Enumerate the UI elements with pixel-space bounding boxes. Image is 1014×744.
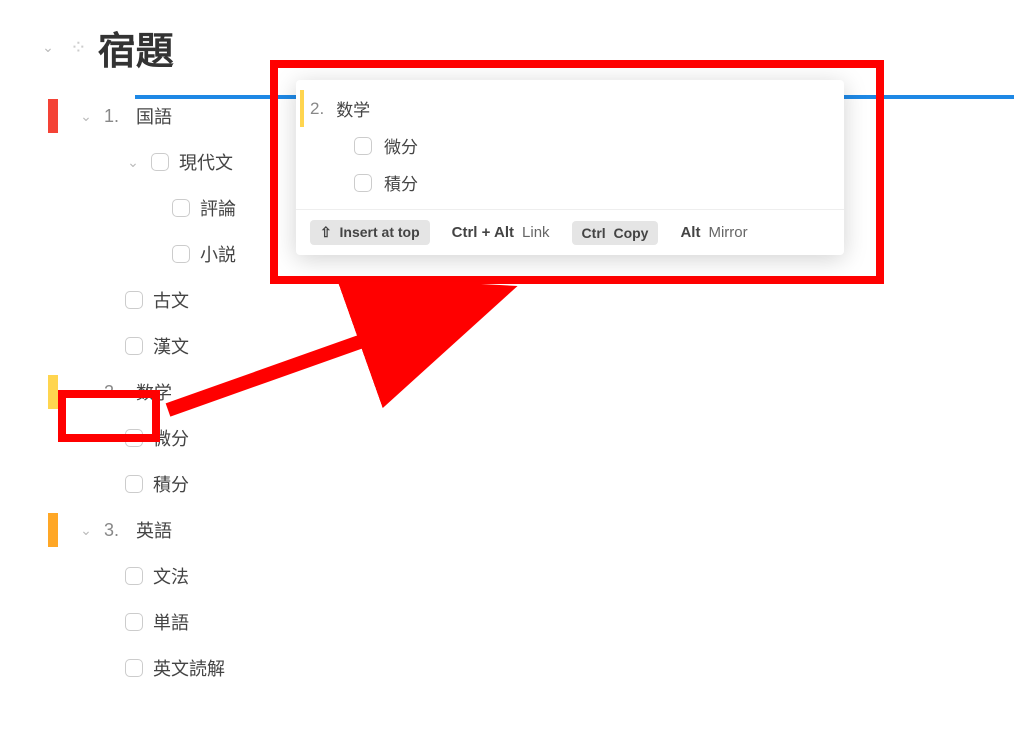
checkbox[interactable] <box>172 245 190 263</box>
action-label: Mirror <box>708 224 747 241</box>
key-badge: Ctrl Copy <box>572 221 659 245</box>
item-label: 漢文 <box>153 333 189 359</box>
item-number: 1. <box>104 106 126 127</box>
item-label: 英文読解 <box>153 655 225 681</box>
chevron-down-icon[interactable]: ⌄ <box>78 522 94 539</box>
item-label: 数学 <box>336 96 370 121</box>
color-bar-red <box>48 99 58 133</box>
checkbox[interactable] <box>125 567 143 585</box>
list-item[interactable]: 古文 <box>125 277 1014 323</box>
list-item[interactable]: 単語 <box>125 599 1014 645</box>
insert-at-top-action[interactable]: ⇧ Insert at top <box>310 220 430 245</box>
link-action[interactable]: Ctrl + Alt Link <box>452 224 550 241</box>
copy-action[interactable]: Ctrl Copy <box>572 221 659 245</box>
drag-preview-popup: 2. 数学 微分 積分 ⇧ Insert at top Ctrl + Alt L… <box>296 80 844 255</box>
list-item[interactable]: 漢文 <box>125 323 1014 369</box>
key-combo: Alt <box>680 224 700 241</box>
item-label: 微分 <box>384 133 418 158</box>
item-label: 小説 <box>200 241 236 267</box>
list-item[interactable]: 微分 <box>125 415 1014 461</box>
item-label: 英語 <box>136 517 172 543</box>
checkbox[interactable] <box>354 137 372 155</box>
checkbox[interactable] <box>125 475 143 493</box>
list-item[interactable]: ⌄ 3. 英語 <box>78 507 1014 553</box>
chevron-down-icon[interactable]: ⌄ <box>40 39 56 56</box>
checkbox[interactable] <box>125 337 143 355</box>
chevron-down-icon[interactable]: ⌄ <box>78 108 94 125</box>
popup-item[interactable]: 2. 数学 <box>300 90 830 127</box>
title-row: ⌄ ⁘ 宿題 <box>0 0 1014 75</box>
item-label: 古文 <box>153 287 189 313</box>
item-label: 現代文 <box>179 149 233 175</box>
item-number: 2. <box>104 382 126 403</box>
item-label: 積分 <box>384 170 418 195</box>
item-label: 積分 <box>153 471 189 497</box>
item-label: 微分 <box>153 425 189 451</box>
item-label: 数学 <box>136 379 172 405</box>
item-number: 2. <box>310 99 324 119</box>
sparkle-icon: ⁘ <box>70 35 84 60</box>
color-bar-yellow <box>48 375 58 409</box>
list-item[interactable]: ⌄ 2. 数学 <box>78 369 1014 415</box>
shift-key-icon: ⇧ Insert at top <box>310 220 430 245</box>
list-item[interactable]: 積分 <box>125 461 1014 507</box>
popup-footer: ⇧ Insert at top Ctrl + Alt Link Ctrl Cop… <box>296 209 844 255</box>
popup-item[interactable]: 微分 <box>354 127 830 164</box>
checkbox[interactable] <box>125 659 143 677</box>
list-item[interactable]: 英文読解 <box>125 645 1014 691</box>
color-bar-orange <box>48 513 58 547</box>
popup-item[interactable]: 積分 <box>354 164 830 201</box>
mirror-action[interactable]: Alt Mirror <box>680 224 747 241</box>
item-label: 単語 <box>153 609 189 635</box>
checkbox[interactable] <box>172 199 190 217</box>
checkbox[interactable] <box>151 153 169 171</box>
item-label: 評論 <box>200 195 236 221</box>
checkbox[interactable] <box>125 291 143 309</box>
list-item[interactable]: 文法 <box>125 553 1014 599</box>
item-label: 文法 <box>153 563 189 589</box>
page-title: 宿題 <box>98 20 174 75</box>
chevron-down-icon[interactable]: ⌄ <box>78 384 94 401</box>
item-label: 国語 <box>136 103 172 129</box>
action-label: Link <box>522 224 550 241</box>
checkbox[interactable] <box>125 429 143 447</box>
checkbox[interactable] <box>354 174 372 192</box>
checkbox[interactable] <box>125 613 143 631</box>
key-combo: Ctrl + Alt <box>452 224 514 241</box>
popup-body: 2. 数学 微分 積分 <box>296 80 844 209</box>
item-number: 3. <box>104 520 126 541</box>
chevron-down-icon[interactable]: ⌄ <box>125 154 141 171</box>
